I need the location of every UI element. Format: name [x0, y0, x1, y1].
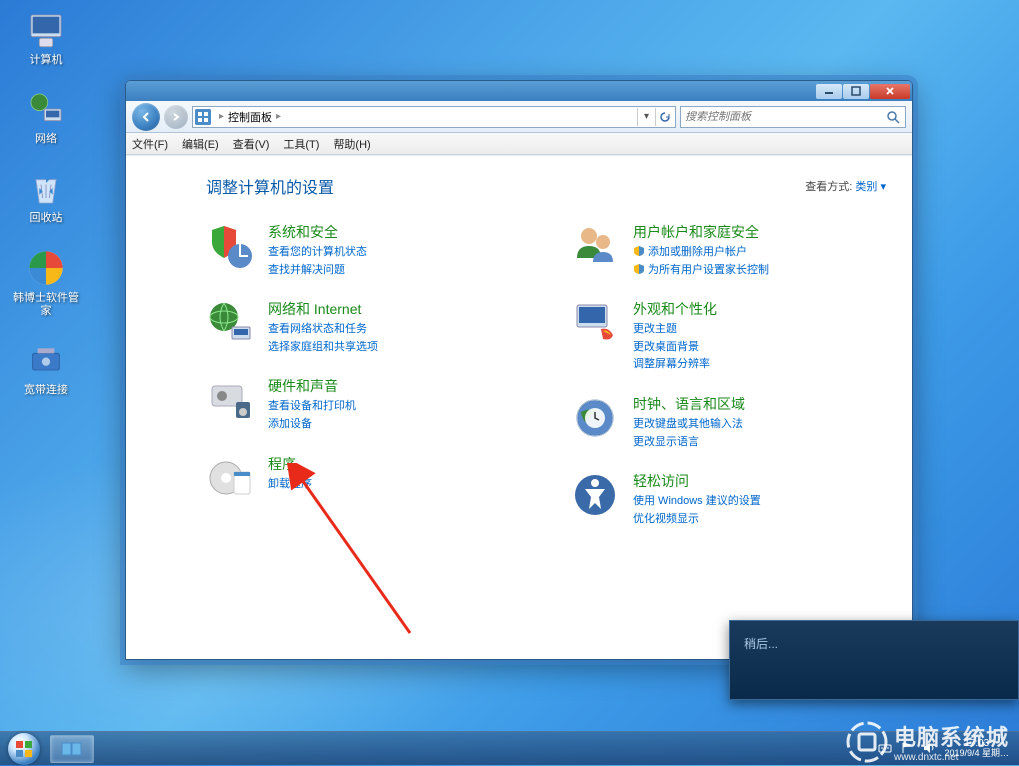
- recycle-icon: [26, 168, 66, 208]
- category-ease-access[interactable]: 轻松访问: [633, 471, 761, 491]
- refresh-button[interactable]: [655, 108, 673, 126]
- desktop-icon-hanboshi[interactable]: 韩博士软件管家: [10, 248, 82, 318]
- window-titlebar: [126, 81, 912, 101]
- taskbar-app-explorer[interactable]: [50, 735, 94, 763]
- category-network[interactable]: 网络和 Internet: [268, 299, 378, 319]
- link-view-status[interactable]: 查看您的计算机状态: [268, 244, 367, 262]
- notification-popup[interactable]: 稍后...: [729, 620, 1019, 700]
- category-accounts[interactable]: 用户帐户和家庭安全: [633, 222, 769, 242]
- link-uninstall[interactable]: 卸载程序: [268, 476, 312, 494]
- shield-icon: [633, 245, 645, 257]
- link-video-display[interactable]: 优化视频显示: [633, 511, 761, 529]
- link-add-remove-account[interactable]: 添加或删除用户帐户: [633, 244, 769, 262]
- search-bar[interactable]: [680, 106, 906, 128]
- search-icon[interactable]: [885, 109, 901, 125]
- nav-forward-button[interactable]: [164, 105, 188, 129]
- desktop-icon-label: 网络: [35, 133, 57, 146]
- link-keyboard[interactable]: 更改键盘或其他输入法: [633, 416, 745, 434]
- link-windows-suggest[interactable]: 使用 Windows 建议的设置: [633, 493, 761, 511]
- navbar: ▸ 控制面板 ▸ ▾: [126, 101, 912, 133]
- link-find-fix[interactable]: 查找并解决问题: [268, 262, 367, 280]
- control-panel-icon: [195, 109, 211, 125]
- link-devices-printers[interactable]: 查看设备和打印机: [268, 398, 356, 416]
- breadcrumb-sep: ▸: [276, 111, 281, 122]
- broadband-icon: [26, 340, 66, 380]
- desktop-icon-computer[interactable]: 计算机: [10, 10, 82, 67]
- desktop-icon-label: 宽带连接: [24, 384, 68, 397]
- link-parental-control[interactable]: 为所有用户设置家长控制: [633, 262, 769, 280]
- content-area: 调整计算机的设置 查看方式: 类别 ▾ 系统和安全 查看您的计算机状态 查找并解…: [126, 155, 912, 659]
- system-security-icon: [206, 222, 254, 270]
- view-by-value[interactable]: 类别 ▾: [855, 181, 886, 193]
- link-change-theme[interactable]: 更改主题: [633, 321, 717, 339]
- shield-icon: [633, 263, 645, 275]
- programs-icon: [206, 454, 254, 502]
- desktop-icon-broadband[interactable]: 宽带连接: [10, 340, 82, 397]
- nav-back-button[interactable]: [132, 103, 160, 131]
- control-panel-window: ▸ 控制面板 ▸ ▾ 文件(F) 编辑(E) 查看(V) 工具(T) 帮助(H)…: [125, 80, 913, 660]
- link-change-bg[interactable]: 更改桌面背景: [633, 339, 717, 357]
- menu-view[interactable]: 查看(V): [233, 136, 270, 152]
- link-add-device[interactable]: 添加设备: [268, 416, 356, 434]
- category-appearance[interactable]: 外观和个性化: [633, 299, 717, 319]
- menubar: 文件(F) 编辑(E) 查看(V) 工具(T) 帮助(H): [126, 133, 912, 155]
- hanboshi-icon: [26, 248, 66, 288]
- user-accounts-icon: [571, 222, 619, 270]
- minimize-button[interactable]: [816, 84, 842, 99]
- view-by: 查看方式: 类别 ▾: [805, 178, 886, 194]
- desktop-icon-recycle[interactable]: 回收站: [10, 168, 82, 225]
- category-clock[interactable]: 时钟、语言和区域: [633, 394, 745, 414]
- category-system-security[interactable]: 系统和安全: [268, 222, 367, 242]
- search-input[interactable]: [685, 111, 885, 123]
- link-resolution[interactable]: 调整屏幕分辨率: [633, 356, 717, 374]
- address-bar[interactable]: ▸ 控制面板 ▸ ▾: [192, 106, 676, 128]
- link-homegroup[interactable]: 选择家庭组和共享选项: [268, 339, 378, 357]
- computer-icon: [26, 10, 66, 50]
- maximize-button[interactable]: [843, 84, 869, 99]
- watermark-icon: [846, 721, 888, 763]
- desktop-icon-label: 计算机: [30, 54, 63, 67]
- category-programs[interactable]: 程序: [268, 454, 312, 474]
- address-dropdown-button[interactable]: ▾: [637, 108, 655, 126]
- desktop-icon-label: 回收站: [30, 212, 63, 225]
- clock-region-icon: [571, 394, 619, 442]
- network-internet-icon: [206, 299, 254, 347]
- menu-help[interactable]: 帮助(H): [333, 136, 370, 152]
- appearance-icon: [571, 299, 619, 347]
- category-hardware[interactable]: 硬件和声音: [268, 376, 356, 396]
- hardware-sound-icon: [206, 376, 254, 424]
- ease-access-icon: [571, 471, 619, 519]
- watermark: 电脑系统城 www.dnxtc.net: [846, 720, 1009, 763]
- link-network-status[interactable]: 查看网络状态和任务: [268, 321, 378, 339]
- menu-tools[interactable]: 工具(T): [283, 136, 319, 152]
- watermark-url: www.dnxtc.net: [894, 752, 1009, 763]
- page-title: 调整计算机的设置: [206, 174, 334, 198]
- menu-edit[interactable]: 编辑(E): [182, 136, 219, 152]
- breadcrumb-sep: ▸: [219, 111, 224, 122]
- menu-file[interactable]: 文件(F): [132, 136, 168, 152]
- desktop-icon-network[interactable]: 网络: [10, 89, 82, 146]
- link-display-lang[interactable]: 更改显示语言: [633, 434, 745, 452]
- watermark-title: 电脑系统城: [894, 725, 1009, 750]
- network-icon: [26, 89, 66, 129]
- breadcrumb-root[interactable]: 控制面板: [228, 109, 272, 125]
- close-button[interactable]: [870, 84, 910, 99]
- start-button[interactable]: [0, 732, 48, 766]
- desktop-icon-label: 韩博士软件管家: [10, 292, 82, 318]
- notification-text: 稍后...: [744, 637, 778, 651]
- view-by-label: 查看方式:: [805, 181, 852, 193]
- explorer-icon: [61, 740, 83, 758]
